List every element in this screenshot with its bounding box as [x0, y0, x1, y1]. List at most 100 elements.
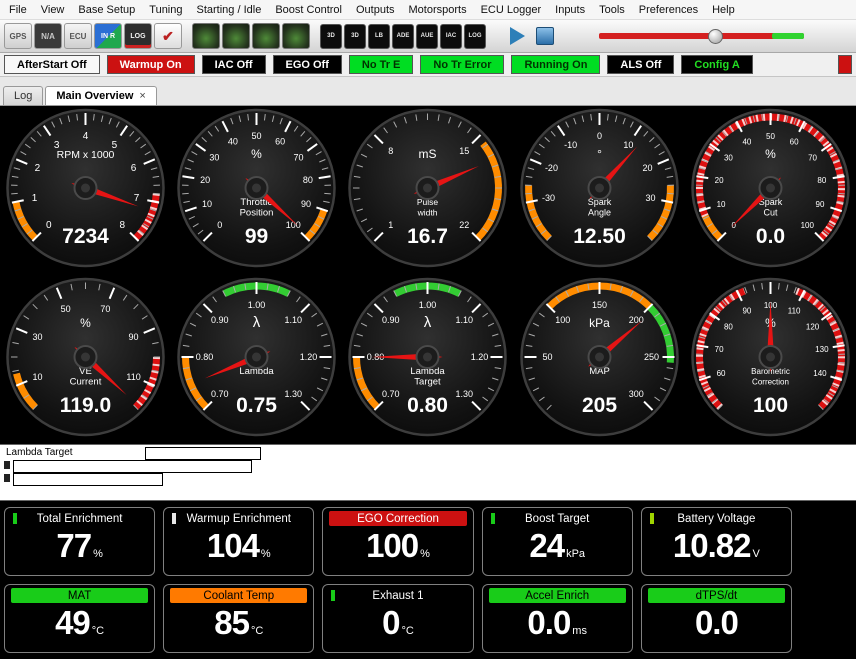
- svg-text:130: 130: [815, 345, 829, 354]
- svg-text:0.75: 0.75: [236, 394, 277, 417]
- vehicle-icon-3[interactable]: [252, 23, 280, 49]
- menu-starting-idle[interactable]: Starting / Idle: [190, 2, 269, 18]
- panel-unit: V: [753, 548, 760, 560]
- view-tool-2-3d[interactable]: 3D: [344, 24, 366, 49]
- view-tool-7-log[interactable]: LOG: [464, 24, 486, 49]
- panel-dtps-dt: dTPS/dt0.0: [641, 584, 792, 653]
- svg-text:-20: -20: [545, 163, 558, 173]
- status-overflow-sliver: [838, 55, 852, 74]
- view-tool-5-aue[interactable]: AUE: [416, 24, 438, 49]
- svg-text:Correction: Correction: [752, 378, 789, 387]
- status-indicator-bar: AfterStart OffWarmup OnIAC OffEGO OffNo …: [0, 53, 856, 77]
- panel-header: Coolant Temp: [170, 588, 307, 603]
- svg-text:1.30: 1.30: [456, 389, 474, 399]
- panel-value-number: 85: [214, 603, 249, 643]
- panel-title: Battery Voltage: [677, 513, 755, 525]
- svg-text:120: 120: [806, 322, 820, 331]
- svg-text:80: 80: [724, 322, 733, 331]
- panel-value-number: 0.0: [695, 603, 738, 643]
- panel-value-number: 10.82: [673, 526, 751, 566]
- indicator-tick: [13, 513, 17, 524]
- view-tool-4-ade[interactable]: ADE: [392, 24, 414, 49]
- tab-main-overview[interactable]: Main Overview×: [45, 86, 156, 105]
- view-tool-3-lb[interactable]: LB: [368, 24, 390, 49]
- panel-header: Accel Enrich: [489, 588, 626, 603]
- panel-header: Exhaust 1: [329, 588, 466, 603]
- svg-text:90: 90: [301, 199, 311, 209]
- panel-value-number: 0.0: [527, 603, 570, 643]
- svg-text:0.90: 0.90: [382, 315, 400, 325]
- view-tool-6-iac[interactable]: IAC: [440, 24, 462, 49]
- svg-text:Target: Target: [415, 377, 442, 388]
- vehicle-icon-1[interactable]: [192, 23, 220, 49]
- menu-base-setup[interactable]: Base Setup: [71, 2, 142, 18]
- panel-value-row: 24kPa: [489, 526, 626, 566]
- menu-ecu-logger[interactable]: ECU Logger: [474, 2, 549, 18]
- svg-text:90: 90: [129, 332, 139, 342]
- gauge-barometric-correction: 60708090100110120130140%BarometricCorrec…: [685, 275, 856, 444]
- gauge-ve-current: 1030507090110%VECurrent119.0: [0, 275, 171, 444]
- tab-close-icon[interactable]: ×: [139, 90, 145, 102]
- menu-view[interactable]: View: [34, 2, 72, 18]
- panel-header: Battery Voltage: [648, 511, 785, 526]
- svg-text:50: 50: [766, 132, 775, 141]
- speed-slider[interactable]: [599, 29, 804, 43]
- menu-boost-control[interactable]: Boost Control: [268, 2, 349, 18]
- svg-text:°: °: [597, 147, 602, 161]
- toolbar-group-views: 3D3DLBADEAUEIACLOG: [320, 24, 486, 49]
- svg-text:70: 70: [100, 304, 110, 314]
- na-button[interactable]: N/A: [34, 23, 62, 49]
- status-iac-off: IAC Off: [202, 55, 266, 74]
- panel-header: dTPS/dt: [648, 588, 785, 603]
- stop-button[interactable]: [536, 27, 554, 45]
- panel-value-number: 77: [56, 526, 91, 566]
- menu-tools[interactable]: Tools: [592, 2, 632, 18]
- strip-label: Lambda Target: [6, 447, 73, 458]
- vehicle-icon-2[interactable]: [222, 23, 250, 49]
- menu-preferences[interactable]: Preferences: [632, 2, 705, 18]
- status-ego-off: EGO Off: [273, 55, 342, 74]
- panel-value-row: 49°C: [11, 603, 148, 643]
- tab-log[interactable]: Log: [3, 86, 43, 105]
- gauge-rpm: 012345678RPM x 10007234: [0, 106, 171, 275]
- svg-text:100: 100: [555, 315, 570, 325]
- log-button[interactable]: LOG: [124, 23, 152, 49]
- svg-text:8: 8: [389, 146, 394, 156]
- svg-text:70: 70: [715, 345, 724, 354]
- menu-inputs[interactable]: Inputs: [548, 2, 592, 18]
- menu-motorsports[interactable]: Motorsports: [402, 2, 474, 18]
- view-tool-1-3d[interactable]: 3D: [320, 24, 342, 49]
- menu-file[interactable]: File: [2, 2, 34, 18]
- svg-text:Cut: Cut: [763, 208, 778, 218]
- svg-text:10: 10: [33, 372, 43, 382]
- strip-box: [13, 473, 163, 486]
- svg-text:1.00: 1.00: [248, 300, 266, 310]
- panel-title: Exhaust 1: [372, 590, 423, 602]
- vehicle-icon-4[interactable]: [282, 23, 310, 49]
- ecu-button[interactable]: ECU: [64, 23, 92, 49]
- svg-text:22: 22: [460, 220, 470, 230]
- svg-text:30: 30: [645, 193, 655, 203]
- toolbar-group-modes: GPSN/AECUIN RLOG✔: [4, 23, 182, 49]
- gps-button[interactable]: GPS: [4, 23, 32, 49]
- panel-unit: °C: [402, 625, 414, 637]
- strip-box: [13, 460, 252, 473]
- slider-handle[interactable]: [708, 29, 723, 44]
- strip-marker: [4, 461, 10, 469]
- svg-text:7234: 7234: [62, 225, 109, 248]
- svg-text:30: 30: [33, 332, 43, 342]
- gauge-lambda: 0.700.800.901.001.101.201.30λLambda0.75: [171, 275, 342, 444]
- indicator-tick: [172, 513, 176, 524]
- panel-accel-enrich: Accel Enrich0.0ms: [482, 584, 633, 653]
- menu-tuning[interactable]: Tuning: [142, 2, 189, 18]
- confirm-icon[interactable]: ✔: [154, 23, 182, 49]
- svg-text:110: 110: [788, 307, 801, 316]
- svg-text:0.0: 0.0: [756, 225, 785, 248]
- status-no-tr-e: No Tr E: [349, 55, 414, 74]
- menu-help[interactable]: Help: [705, 2, 742, 18]
- tab-bar: LogMain Overview×: [0, 77, 856, 106]
- menu-outputs[interactable]: Outputs: [349, 2, 402, 18]
- svg-text:0.70: 0.70: [382, 389, 400, 399]
- inputs-button[interactable]: IN R: [94, 23, 122, 49]
- play-button[interactable]: [510, 27, 525, 45]
